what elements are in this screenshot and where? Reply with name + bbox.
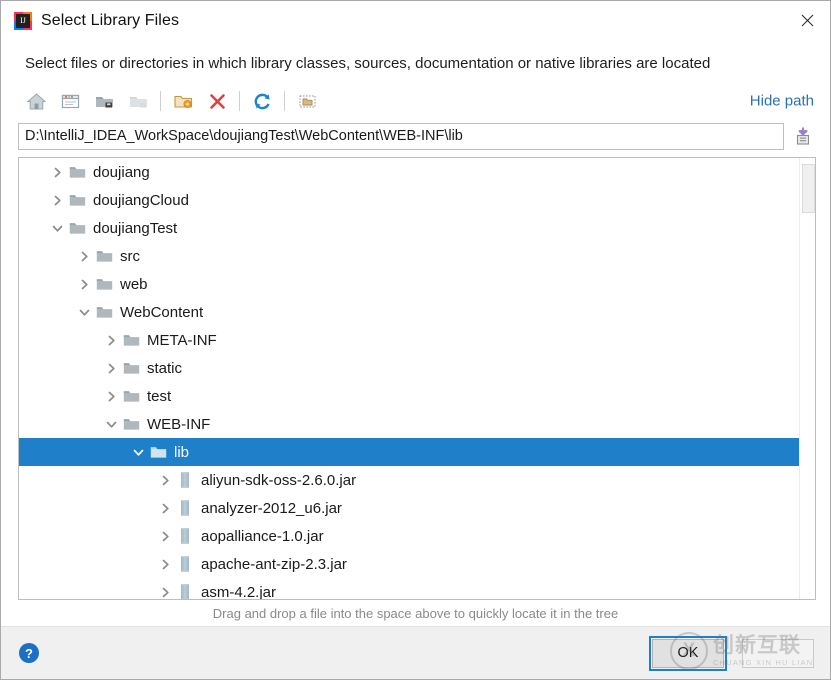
tree-row[interactable]: WebContent: [19, 298, 799, 326]
chevron-down-icon[interactable]: [74, 298, 94, 326]
delete-icon[interactable]: [200, 86, 234, 116]
tree-row-label: aliyun-sdk-oss-2.6.0.jar: [201, 471, 357, 489]
jar-icon: [175, 494, 195, 522]
window-title: Select Library Files: [41, 11, 180, 29]
paste-from-clipboard-icon[interactable]: [790, 123, 816, 149]
chevron-right-icon[interactable]: [47, 158, 67, 186]
drag-drop-hint: Drag and drop a file into the space abov…: [212, 605, 619, 621]
hide-path-link[interactable]: Hide path: [750, 93, 814, 110]
tree-row[interactable]: test: [19, 382, 799, 410]
chevron-right-icon[interactable]: [155, 494, 175, 522]
chevron-right-icon[interactable]: [155, 522, 175, 550]
tree-row-label: doujiang: [93, 163, 150, 181]
help-icon[interactable]: ?: [19, 643, 39, 663]
desktop-icon[interactable]: [53, 86, 87, 116]
tree-row-label: META-INF: [147, 331, 217, 349]
jar-icon: [175, 550, 195, 578]
chevron-right-icon[interactable]: [155, 550, 175, 578]
tree-row-label: apache-ant-zip-2.3.jar: [201, 555, 347, 573]
tree-row[interactable]: web: [19, 270, 799, 298]
chevron-right-icon[interactable]: [74, 242, 94, 270]
tree-row[interactable]: doujiangTest: [19, 214, 799, 242]
ok-button[interactable]: OK: [649, 635, 727, 671]
toolbar-separator: [284, 91, 285, 111]
tree-row[interactable]: analyzer-2012_u6.jar: [19, 494, 799, 522]
tree-row[interactable]: aopalliance-1.0.jar: [19, 522, 799, 550]
tree-row[interactable]: doujiang: [19, 158, 799, 186]
path-input[interactable]: [18, 122, 784, 150]
folder-icon: [148, 438, 168, 466]
jar-icon: [175, 522, 195, 550]
tree-row[interactable]: doujiangCloud: [19, 186, 799, 214]
chevron-right-icon[interactable]: [101, 382, 121, 410]
jar-icon: [175, 466, 195, 494]
tree-row-label: lib: [174, 443, 190, 461]
tree-row[interactable]: lib: [19, 438, 799, 466]
tree-row-label: analyzer-2012_u6.jar: [201, 499, 342, 517]
close-icon[interactable]: [784, 1, 830, 39]
file-tree-panel: doujiang doujiangCloud doujiangTest src web W…: [18, 157, 816, 600]
chevron-right-icon[interactable]: [74, 270, 94, 298]
dialog-footer: ? OK X 创新互联 CHUANG XIN HU LIAN: [1, 626, 830, 679]
toolbar-separator: [160, 91, 161, 111]
tree-row[interactable]: src: [19, 242, 799, 270]
chevron-right-icon[interactable]: [101, 326, 121, 354]
tree-row-label: test: [147, 387, 172, 405]
intellij-idea-icon: IJ: [14, 11, 32, 30]
chevron-down-icon[interactable]: [128, 438, 148, 466]
show-hidden-files-icon[interactable]: [290, 86, 324, 116]
tree-row[interactable]: static: [19, 354, 799, 382]
select-library-files-dialog: IJ Select Library Files Select files or …: [0, 0, 831, 680]
project-folder-icon[interactable]: [87, 86, 121, 116]
folder-icon: [67, 186, 87, 214]
toolbar-separator: [239, 91, 240, 111]
dialog-description: Select files or directories in which lib…: [25, 54, 711, 72]
tree-row-label: WEB-INF: [147, 415, 211, 433]
path-row: [1, 120, 830, 152]
folder-icon: [121, 354, 141, 382]
chevron-right-icon[interactable]: [101, 354, 121, 382]
tree-row[interactable]: META-INF: [19, 326, 799, 354]
tree-row-label: aopalliance-1.0.jar: [201, 527, 324, 545]
folder-icon: [67, 214, 87, 242]
folder-icon: [94, 298, 114, 326]
file-tree[interactable]: doujiang doujiangCloud doujiangTest src web W…: [19, 158, 799, 599]
new-folder-icon[interactable]: [166, 86, 200, 116]
tree-row-label: doujiangTest: [93, 219, 178, 237]
chevron-right-icon[interactable]: [155, 578, 175, 599]
folder-icon: [94, 242, 114, 270]
footer-buttons: OK: [649, 635, 814, 671]
cancel-button[interactable]: [742, 638, 814, 668]
tree-row-label: asm-4.2.jar: [201, 583, 277, 600]
jar-icon: [175, 578, 195, 599]
toolbar: Hide path: [1, 82, 830, 120]
tree-row[interactable]: apache-ant-zip-2.3.jar: [19, 550, 799, 578]
chevron-down-icon[interactable]: [47, 214, 67, 242]
chevron-right-icon[interactable]: [47, 186, 67, 214]
refresh-icon[interactable]: [245, 86, 279, 116]
tree-row-label: src: [120, 247, 140, 265]
tree-row[interactable]: aliyun-sdk-oss-2.6.0.jar: [19, 466, 799, 494]
tree-row-label: doujiangCloud: [93, 191, 189, 209]
chevron-down-icon[interactable]: [101, 410, 121, 438]
home-icon[interactable]: [19, 86, 53, 116]
tree-row-label: web: [120, 275, 148, 293]
title-bar: IJ Select Library Files: [1, 1, 830, 40]
tree-row[interactable]: WEB-INF: [19, 410, 799, 438]
folder-icon: [67, 158, 87, 186]
chevron-right-icon[interactable]: [155, 466, 175, 494]
folder-icon: [94, 270, 114, 298]
folder-icon: [121, 410, 141, 438]
vertical-scrollbar[interactable]: [799, 158, 815, 599]
tree-row-label: WebContent: [120, 303, 204, 321]
tree-row[interactable]: asm-4.2.jar: [19, 578, 799, 599]
module-folder-icon: [121, 86, 155, 116]
folder-icon: [121, 382, 141, 410]
folder-icon: [121, 326, 141, 354]
tree-row-label: static: [147, 359, 183, 377]
scrollbar-thumb[interactable]: [802, 164, 815, 213]
